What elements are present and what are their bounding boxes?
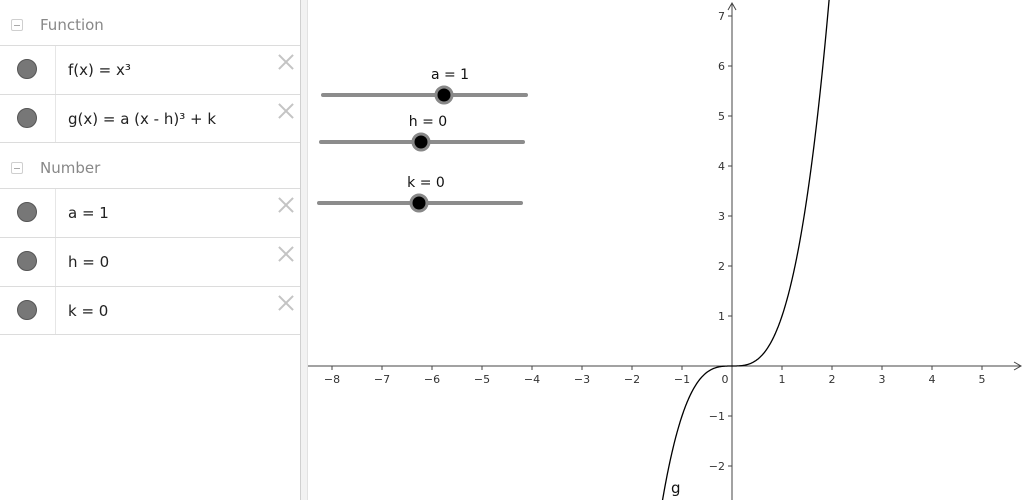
x-ticks: −8 −7 −6 −5 −4 −3 −2 −1 0 1 2 3 4 5 (324, 366, 986, 386)
visibility-cell (0, 189, 56, 237)
x-tick-label: 4 (929, 373, 936, 386)
delete-icon[interactable] (276, 244, 296, 264)
x-tick-label: −5 (474, 373, 490, 386)
x-tick-label: −2 (624, 373, 640, 386)
delete-icon[interactable] (276, 293, 296, 313)
slider-k[interactable]: k = 0 (317, 175, 523, 213)
category-function[interactable]: Function (0, 2, 300, 46)
delete-icon[interactable] (276, 52, 296, 72)
x-tick-label: −3 (574, 373, 590, 386)
x-tick-label: 1 (779, 373, 786, 386)
visibility-toggle-icon[interactable] (17, 108, 37, 128)
category-number[interactable]: Number (0, 145, 300, 189)
x-tick-label: −6 (424, 373, 440, 386)
x-tick-label: 2 (829, 373, 836, 386)
category-label: Number (40, 159, 101, 177)
algebra-item-f[interactable]: f(x) = x³ (0, 45, 300, 94)
algebra-expression[interactable]: f(x) = x³ (68, 61, 131, 79)
visibility-toggle-icon[interactable] (17, 251, 37, 271)
visibility-cell (0, 238, 56, 286)
slider-handle[interactable] (409, 193, 429, 213)
slider-label: k = 0 (407, 175, 445, 191)
y-tick-label: −1 (709, 410, 725, 423)
visibility-cell (0, 287, 56, 334)
algebra-expression[interactable]: h = 0 (68, 253, 109, 271)
algebra-item-k[interactable]: k = 0 (0, 286, 300, 335)
slider-label: h = 0 (409, 114, 447, 130)
algebra-expression[interactable]: g(x) = a (x - h)³ + k (68, 110, 216, 128)
x-tick-label: −1 (674, 373, 690, 386)
category-label: Function (40, 16, 104, 34)
slider-a[interactable]: a = 1 (321, 67, 528, 105)
y-tick-label: −2 (709, 460, 725, 473)
delete-icon[interactable] (276, 195, 296, 215)
algebra-item-g[interactable]: g(x) = a (x - h)³ + k (0, 94, 300, 143)
y-tick-label: 4 (718, 160, 725, 173)
visibility-cell (0, 95, 56, 142)
collapse-icon[interactable] (11, 162, 23, 174)
algebra-item-h[interactable]: h = 0 (0, 237, 300, 286)
algebra-item-a[interactable]: a = 1 (0, 188, 300, 237)
x-tick-label: −7 (374, 373, 390, 386)
y-tick-label: 5 (718, 110, 725, 123)
delete-icon[interactable] (276, 101, 296, 121)
visibility-toggle-icon[interactable] (17, 300, 37, 320)
y-tick-label: 2 (718, 260, 725, 273)
axes: −8 −7 −6 −5 −4 −3 −2 −1 0 1 2 3 4 5 7 6 5 4 3 2 1 −1 −2 (308, 1, 1023, 500)
panel-divider[interactable] (300, 0, 308, 500)
x-tick-label: 0 (722, 373, 729, 386)
visibility-toggle-icon[interactable] (17, 202, 37, 222)
slider-handle[interactable] (411, 132, 431, 152)
y-tick-label: 6 (718, 60, 725, 73)
slider-handle[interactable] (434, 85, 454, 105)
x-tick-label: 3 (879, 373, 886, 386)
slider-h[interactable]: h = 0 (319, 114, 525, 152)
y-ticks: 7 6 5 4 3 2 1 −1 −2 (709, 10, 732, 473)
algebra-expression[interactable]: k = 0 (68, 302, 108, 320)
algebra-expression[interactable]: a = 1 (68, 204, 109, 222)
slider-label: a = 1 (431, 67, 469, 83)
visibility-toggle-icon[interactable] (17, 59, 37, 79)
collapse-icon[interactable] (11, 19, 23, 31)
function-curve-g[interactable] (661, 0, 830, 500)
x-tick-label: −4 (524, 373, 540, 386)
algebra-view: Function f(x) = x³ g(x) = a (x - h)³ + k… (0, 0, 300, 500)
visibility-cell (0, 46, 56, 94)
graphics-view[interactable]: a = 1 h = 0 k = 0 −8 −7 −6 −5 −4 −3 −2 −1 0 1 2 3 4 5… (308, 0, 1024, 500)
curve-label: g (671, 479, 681, 497)
x-tick-label: −8 (324, 373, 340, 386)
y-tick-label: 1 (718, 310, 725, 323)
x-tick-label: 5 (979, 373, 986, 386)
y-tick-label: 3 (718, 210, 725, 223)
y-tick-label: 7 (718, 10, 725, 23)
